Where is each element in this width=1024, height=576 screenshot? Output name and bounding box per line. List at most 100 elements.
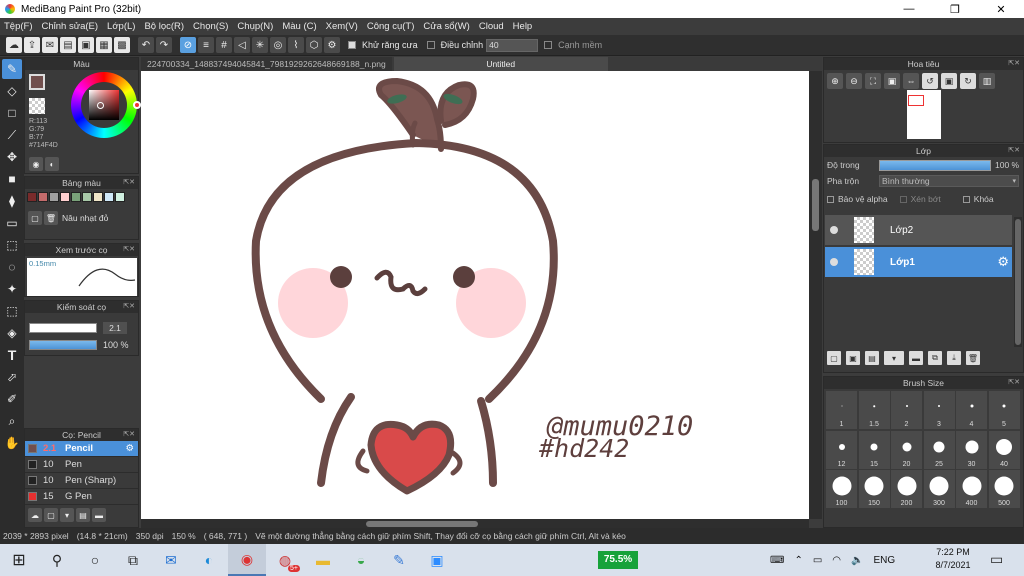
brush-size-value[interactable]: 2.1 [103, 322, 127, 334]
menu-file[interactable]: Tệp(F) [4, 21, 33, 32]
palette-swatch[interactable] [115, 192, 125, 202]
hue-picker-handle[interactable] [133, 101, 141, 109]
lasso-tool-icon[interactable]: ◌ [2, 257, 22, 277]
rotate-left-icon[interactable]: ↺ [922, 73, 938, 89]
brush-size-cell[interactable]: 40 [988, 430, 1020, 469]
search-icon[interactable]: ⚲ [38, 544, 76, 576]
brush-size-cell[interactable]: 1 [826, 391, 857, 429]
zoom-in-icon[interactable]: ⊕ [827, 73, 843, 89]
tab-untitled[interactable]: Untitled [393, 57, 608, 71]
battery-percentage[interactable]: 75.5% [598, 551, 638, 569]
layer-row-lop2[interactable]: Lớp2 [825, 215, 1012, 245]
brush-cloud-icon[interactable]: ☁ [28, 508, 42, 522]
snap-off-icon[interactable]: ⊘ [180, 37, 196, 53]
transparent-color-swatch[interactable] [29, 98, 45, 114]
messenger-icon[interactable]: ◍ 5+ [266, 544, 304, 576]
menu-view[interactable]: Xem(V) [326, 21, 358, 32]
brush-size-cell[interactable]: 20 [891, 430, 922, 469]
save-icon[interactable]: ▦ [96, 37, 112, 53]
zoom-out-icon[interactable]: ⊖ [846, 73, 862, 89]
eyedropper-tool-icon[interactable]: ⌕ [2, 411, 22, 431]
brush-size-cell[interactable]: 500 [988, 470, 1020, 508]
vanish-snap-icon[interactable]: ◁ [234, 37, 250, 53]
brush-item-pen-sharp[interactable]: 10 Pen (Sharp) [25, 473, 138, 489]
parallel-snap-icon[interactable]: ≡ [198, 37, 214, 53]
canvas-vertical-scrollbar[interactable] [809, 71, 822, 519]
bucket-tool-icon[interactable]: ⧫ [2, 191, 22, 211]
palette-swatch[interactable] [60, 192, 70, 202]
task-view-icon[interactable]: ⧉ [114, 544, 152, 576]
menu-snap[interactable]: Chụp(N) [237, 21, 273, 32]
text-tool-icon[interactable]: T [2, 345, 22, 365]
menu-cloud[interactable]: Cloud [479, 21, 504, 32]
drawing-canvas[interactable]: @mumu0210 #hd242 [141, 71, 809, 519]
protect-alpha-checkbox[interactable] [827, 195, 834, 203]
brush-size-cell[interactable]: 30 [956, 430, 987, 469]
sv-picker-handle[interactable] [97, 102, 104, 109]
operation-tool-icon[interactable]: ⬀ [2, 367, 22, 387]
volume-icon[interactable]: 🔈 [851, 555, 863, 566]
brush-size-cell[interactable]: 400 [956, 470, 987, 508]
polygon-snap-icon[interactable]: ⬡ [306, 37, 322, 53]
navigator-menu-icon[interactable]: ▥ [979, 73, 995, 89]
brush-size-cell[interactable]: 15 [858, 430, 890, 469]
taskbar-clock[interactable]: 7:22 PM 8/7/2021 [918, 546, 988, 572]
grid-layout-icon[interactable]: ▩ [114, 37, 130, 53]
dot-tool-icon[interactable]: □ [2, 103, 22, 123]
add-brush-icon[interactable]: ▢ [44, 508, 58, 522]
visibility-eye-icon[interactable] [830, 226, 838, 234]
saturation-square[interactable] [89, 90, 119, 120]
menu-window[interactable]: Cửa sổ(W) [423, 21, 469, 32]
palette-swatch[interactable] [71, 192, 81, 202]
app-green-icon[interactable]: ◒ [342, 544, 380, 576]
soft-edge-checkbox[interactable] [544, 41, 553, 49]
brush-size-cell[interactable]: 2 [891, 391, 922, 429]
menu-filter[interactable]: Bộ lọc(R) [144, 21, 184, 32]
navigator-thumbnail[interactable] [907, 90, 941, 139]
merge-layer-icon[interactable]: ⤓ [947, 351, 961, 365]
rotate-right-icon[interactable]: ↻ [960, 73, 976, 89]
brush-menu-icon[interactable]: ▾ [60, 508, 74, 522]
new-folder-icon[interactable]: ▬ [909, 351, 923, 365]
antialias-checkbox[interactable] [348, 41, 356, 49]
menu-layer[interactable]: Lớp(L) [107, 21, 135, 32]
move-tool-icon[interactable]: ✥ [2, 147, 22, 167]
brush-size-cell[interactable]: 100 [826, 470, 857, 508]
panel-float-icon[interactable]: ⇱✕ [1008, 377, 1020, 389]
select-tool-icon[interactable]: ⬚ [2, 235, 22, 255]
panel-float-icon[interactable]: ⇱✕ [1008, 58, 1020, 70]
color-mix-icon[interactable]: ◐ [45, 157, 59, 171]
magic-wand-icon[interactable]: ✦ [2, 279, 22, 299]
panel-float-icon[interactable]: ⇱✕ [123, 244, 135, 256]
layer-row-lop1[interactable]: Lớp1 ⚙ [825, 247, 1012, 277]
brush-size-slider[interactable] [29, 323, 97, 333]
vscroll-thumb[interactable] [812, 179, 819, 231]
select-eraser-icon[interactable]: ◈ [2, 323, 22, 343]
eraser-tool-icon[interactable]: ◇ [2, 81, 22, 101]
hscroll-thumb[interactable] [366, 521, 478, 527]
cortana-icon[interactable]: ○ [76, 544, 114, 576]
new-8bit-layer-icon[interactable]: ▤ [865, 351, 879, 365]
panel-float-icon[interactable]: ⇱✕ [123, 429, 135, 441]
blend-mode-select[interactable]: Bình thường [879, 175, 1019, 187]
correction-checkbox[interactable] [426, 41, 435, 49]
palette-swatch[interactable] [93, 192, 103, 202]
color-mode-icon[interactable]: ◉ [29, 157, 43, 171]
layer-opacity-slider[interactable] [879, 159, 991, 171]
notification-center-icon[interactable]: ▭ [990, 551, 1003, 568]
new-halftone-layer-icon[interactable]: ▣ [846, 351, 860, 365]
flip-icon[interactable]: ⇔ [903, 73, 919, 89]
panel-float-icon[interactable]: ⇱✕ [123, 177, 135, 189]
brush-size-cell[interactable]: 3 [923, 391, 955, 429]
select-pen-icon[interactable]: ⬚ [2, 301, 22, 321]
edge-browser-icon[interactable]: ◐ [190, 544, 228, 576]
chat-icon[interactable]: ▤ [60, 37, 76, 53]
battery-icon[interactable]: ▭ [813, 555, 822, 566]
add-color-icon[interactable]: ▢ [28, 211, 42, 225]
lock-checkbox[interactable] [962, 195, 970, 203]
visibility-eye-icon[interactable] [830, 258, 838, 266]
line-tool-icon[interactable]: ⟋ [2, 125, 22, 145]
layer-scrollbar[interactable] [1014, 217, 1022, 347]
brush-copy-icon[interactable]: ▤ [76, 508, 90, 522]
layer-settings-gear-icon[interactable]: ⚙ [997, 254, 1009, 270]
